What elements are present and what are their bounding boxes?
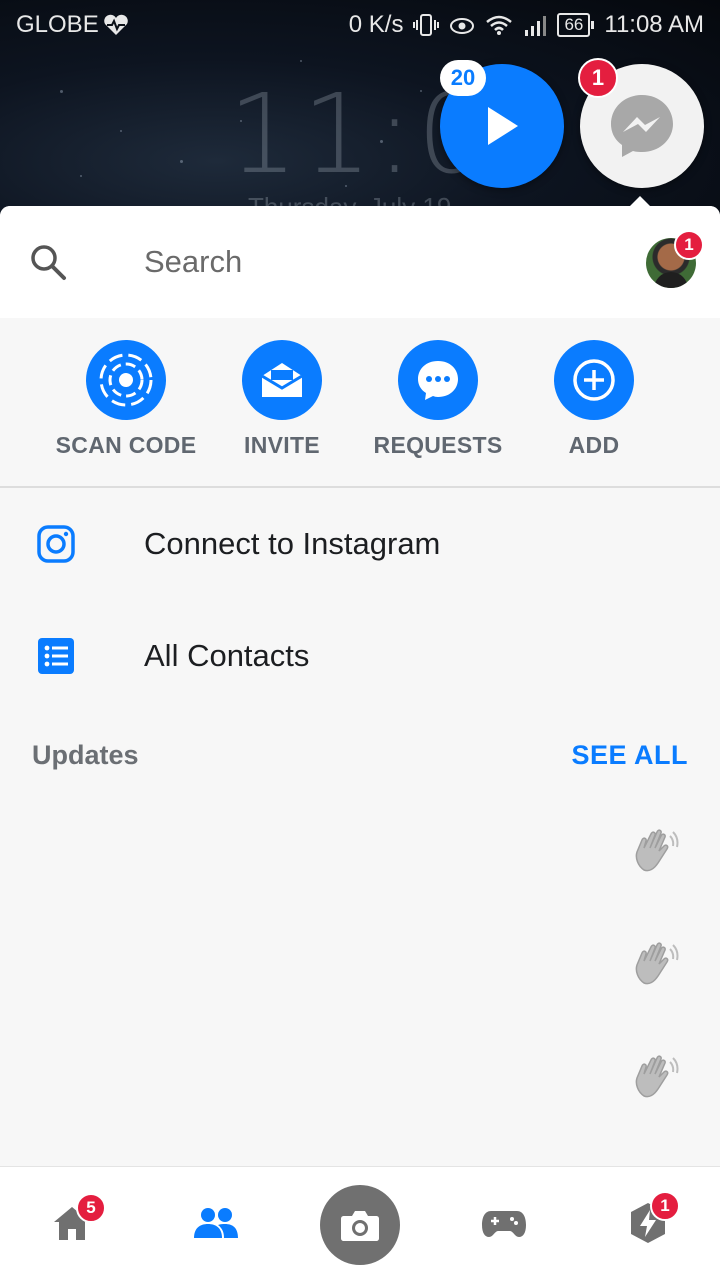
search-bar[interactable]: Search 1 xyxy=(0,206,720,318)
people-panel: Search 1 SCAN CODE INVITE REQUESTS ADD C… xyxy=(0,206,720,1280)
bottom-navigation: 5 1 xyxy=(0,1166,720,1280)
signal-icon xyxy=(525,16,547,36)
profile-badge: 1 xyxy=(674,230,704,260)
play-icon xyxy=(488,107,518,145)
add-label: ADD xyxy=(568,432,620,458)
scan-code-button[interactable]: SCAN CODE xyxy=(46,340,206,459)
scan-code-label: SCAN CODE xyxy=(55,432,197,458)
invite-label: INVITE xyxy=(244,432,320,458)
invite-button[interactable]: INVITE xyxy=(202,340,362,459)
home-badge: 5 xyxy=(76,1193,106,1223)
camera-icon xyxy=(341,1211,379,1241)
scan-code-icon xyxy=(99,353,153,407)
game-controller-icon xyxy=(482,1211,526,1237)
wave-hand-icon[interactable] xyxy=(630,826,680,876)
connect-instagram-row[interactable]: Connect to Instagram xyxy=(0,488,720,600)
add-button[interactable]: ADD xyxy=(514,340,674,459)
wave-hand-icon[interactable] xyxy=(630,1052,680,1102)
camera-button[interactable] xyxy=(320,1185,400,1265)
search-icon[interactable] xyxy=(28,242,68,282)
update-row[interactable] xyxy=(0,1024,720,1137)
instagram-icon xyxy=(37,525,75,563)
people-icon xyxy=(194,1208,238,1238)
all-contacts-row[interactable]: All Contacts xyxy=(0,600,720,712)
quick-actions: SCAN CODE INVITE REQUESTS ADD xyxy=(0,318,720,488)
message-requests-icon xyxy=(418,361,458,400)
tab-people[interactable] xyxy=(192,1199,240,1247)
requests-button[interactable]: REQUESTS xyxy=(358,340,518,459)
messenger-icon xyxy=(611,95,673,157)
add-plus-icon xyxy=(573,359,615,401)
updates-title: Updates xyxy=(32,740,139,770)
contacts-list-icon xyxy=(38,638,74,674)
tab-games[interactable] xyxy=(480,1199,528,1247)
battery-level: 66 xyxy=(557,13,591,37)
connect-instagram-label: Connect to Instagram xyxy=(144,526,441,561)
update-row[interactable] xyxy=(0,911,720,1024)
invite-envelope-icon xyxy=(261,363,303,397)
network-speed: 0 K/s xyxy=(348,11,404,38)
status-time: 11:08 AM xyxy=(604,11,704,38)
vibrate-icon xyxy=(413,14,440,36)
wave-hand-icon[interactable] xyxy=(630,939,680,989)
update-row[interactable] xyxy=(0,798,720,911)
discover-badge: 1 xyxy=(650,1191,680,1221)
wifi-icon xyxy=(486,15,513,35)
video-count-badge: 20 xyxy=(440,60,486,96)
carrier-name: GLOBE xyxy=(16,11,99,38)
eye-comfort-icon xyxy=(450,18,475,34)
all-contacts-label: All Contacts xyxy=(144,638,310,673)
updates-header: Updates SEE ALL xyxy=(0,712,720,798)
health-heart-icon xyxy=(103,14,128,35)
requests-label: REQUESTS xyxy=(373,432,503,458)
status-bar: GLOBE 0 K/s 66 11:08 AM xyxy=(0,0,720,50)
battery-indicator: 66 xyxy=(557,13,595,37)
search-input[interactable]: Search xyxy=(144,244,242,280)
see-all-button[interactable]: SEE ALL xyxy=(571,740,688,771)
messenger-unread-badge: 1 xyxy=(578,58,618,98)
